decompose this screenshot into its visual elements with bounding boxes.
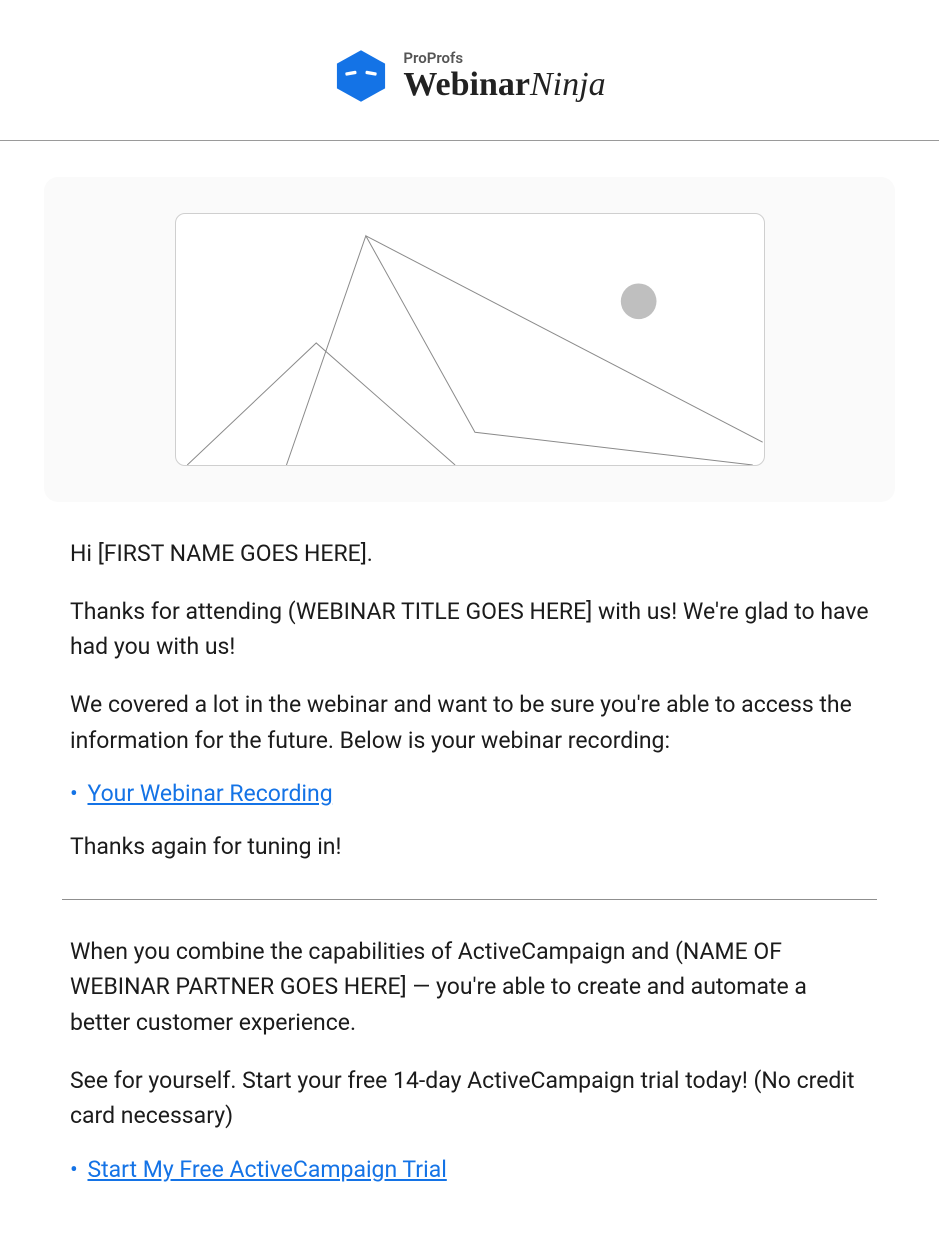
- greeting-text: Hi [FIRST NAME GOES HERE].: [70, 536, 869, 572]
- trial-link-line: • Start My Free ActiveCampaign Trial: [70, 1156, 869, 1183]
- section-divider: [62, 899, 877, 900]
- image-placeholder: [175, 213, 765, 466]
- start-trial-link[interactable]: Start My Free ActiveCampaign Trial: [87, 1156, 446, 1183]
- brand-title: WebinarNinja: [403, 68, 605, 102]
- thanks-attending-text: Thanks for attending (WEBINAR TITLE GOES…: [70, 594, 869, 665]
- covered-text: We covered a lot in the webinar and want…: [70, 687, 869, 758]
- placeholder-mountains-icon: [176, 214, 764, 465]
- email-content: Hi [FIRST NAME GOES HERE]. Thanks for at…: [0, 141, 939, 1245]
- hero-image-card: [44, 177, 895, 502]
- email-body: Hi [FIRST NAME GOES HERE]. Thanks for at…: [44, 536, 895, 1183]
- brand-supertitle: ProProfs: [403, 51, 605, 66]
- bullet-icon: •: [70, 1156, 78, 1183]
- ninja-hexagon-icon: [333, 48, 389, 104]
- combine-text: When you combine the capabilities of Act…: [70, 934, 869, 1041]
- brand-text: ProProfs WebinarNinja: [403, 51, 605, 102]
- page-header: ProProfs WebinarNinja: [0, 0, 939, 141]
- recording-link-line: • Your Webinar Recording: [70, 780, 869, 807]
- bullet-icon: •: [70, 780, 78, 807]
- webinar-recording-link[interactable]: Your Webinar Recording: [87, 780, 332, 807]
- thanks-again-text: Thanks again for tuning in!: [70, 829, 869, 865]
- see-yourself-text: See for yourself. Start your free 14-day…: [70, 1063, 869, 1134]
- brand-logo: ProProfs WebinarNinja: [333, 48, 605, 104]
